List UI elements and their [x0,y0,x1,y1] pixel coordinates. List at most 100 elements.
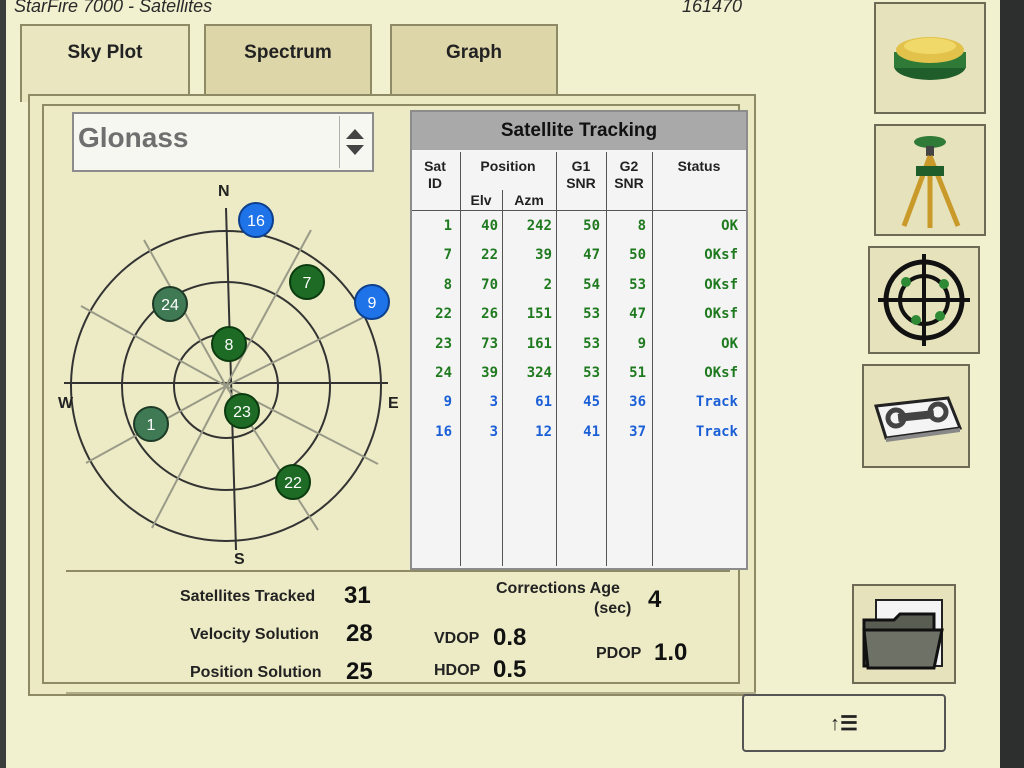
tab-graph[interactable]: Graph [390,24,558,94]
bottom-bar [66,692,756,750]
manual-wrench-icon [874,396,963,442]
cell-g1: 53 [583,306,600,323]
compass-n: N [218,183,230,200]
header-divider [412,210,746,211]
tab-sky-plot[interactable]: Sky Plot [20,24,190,102]
velocity-solution-value: 28 [346,620,373,647]
svg-text:23: 23 [233,404,251,421]
table-row: 16 3 12 41 37 Track [412,424,746,452]
cell-status: OKsf [704,365,738,381]
col-g2-snr: G2 SNR [606,158,652,192]
col-g1-snr: G1 SNR [556,158,606,192]
cell-g1: 47 [583,247,600,264]
cell-status: OK [721,335,738,352]
satellite-22[interactable]: 22 [275,464,311,500]
window-title: StarFire 7000 - Satellites [14,0,213,16]
cell-g1: 53 [583,365,600,381]
cell-azm: 61 [535,394,552,411]
cell-g2: 51 [629,365,646,381]
table-title: Satellite Tracking [412,112,746,150]
satellites-tracked-value: 31 [344,582,371,609]
arrow-down-icon[interactable] [346,145,364,155]
cell-g1: 50 [583,218,600,234]
cell-azm: 2 [543,276,552,293]
col-sat-label: Sat [424,158,446,174]
satellite-23[interactable]: 23 [224,393,260,429]
satellite-7[interactable]: 7 [289,264,325,300]
svg-text:22: 22 [284,475,302,492]
spinner-arrows-icon[interactable] [339,116,370,168]
satellite-16[interactable]: 16 [238,202,274,238]
cell-g2: 36 [629,394,646,411]
cell-status: Track [695,394,738,411]
tab-label: Sky Plot [67,42,143,63]
constellation-value: Glonass [78,122,189,153]
svg-text:8: 8 [225,337,234,354]
col-position: Position [480,158,536,174]
vdop-label: VDOP [434,630,480,647]
solution-status-panel [66,570,730,690]
sky-plot: N S E W 16 7 9 24 8 23 1 22 [58,183,399,568]
receiver-button[interactable] [874,2,986,114]
cell-elv: 70 [481,276,498,293]
cell-id: 16 [435,423,452,440]
table-row: 7 22 39 47 50 OKsf [412,247,746,275]
compass-e: E [388,395,399,412]
satellites-tracked-label: Satellites Tracked [180,588,316,605]
satellite-1[interactable]: 1 [133,406,169,442]
cell-id: 1 [443,218,452,234]
cell-g1: 54 [583,276,600,293]
tab-label: Graph [446,42,502,63]
position-solution-value: 25 [346,658,373,685]
table-row: 23 73 161 53 9 OK [412,336,746,364]
corrections-age-unit: (sec) [594,600,632,617]
cell-status: Track [695,423,738,440]
satellites-button[interactable] [868,246,980,354]
ns-axis [225,207,237,551]
table-row: 8 70 2 54 53 OKsf [412,277,746,305]
cell-g2: 37 [629,423,646,440]
cell-g1: 41 [583,423,600,440]
cell-id: 24 [435,365,452,381]
constellation-select[interactable]: Glonass [72,112,374,172]
cell-elv: 73 [481,335,498,352]
table-row: 1 40 242 50 8 OK [412,218,746,246]
satellite-8[interactable]: 8 [211,326,247,362]
cell-azm: 242 [526,218,552,234]
implement-button[interactable] [874,124,986,236]
position-solution-label: Position Solution [190,664,322,681]
tab-spectrum[interactable]: Spectrum [204,24,372,94]
cell-status: OKsf [704,247,738,264]
receiver-icon [894,37,966,80]
vdop-value: 0.8 [493,624,527,651]
corrections-age-label: Corrections Age [496,580,620,597]
col-elv: Elv [470,192,492,208]
col-id-label: ID [428,175,442,191]
table-row: 24 39 324 53 51 OKsf [412,365,746,393]
cell-id: 9 [443,394,452,411]
cell-azm: 39 [535,247,552,264]
arrow-up-icon[interactable] [346,129,364,139]
col-g1-snr-label: SNR [566,175,596,191]
svg-text:24: 24 [161,297,179,314]
menu-button[interactable]: ↑☰ [742,694,946,752]
table-row: 22 26 151 53 47 OKsf [412,306,746,334]
col-g2-snr-label: SNR [614,175,644,191]
cell-id: 23 [435,335,452,352]
cell-status: OKsf [704,276,738,293]
tripod-icon [901,136,961,228]
cell-g2: 8 [637,218,646,234]
files-button[interactable] [852,584,956,684]
satellite-9[interactable]: 9 [354,284,390,320]
table-row: 9 3 61 45 36 Track [412,394,746,422]
satellite-24[interactable]: 24 [152,286,188,322]
cell-status: OK [721,218,738,234]
manual-button[interactable] [862,364,970,468]
satellite-target-icon [878,254,970,346]
cell-g2: 47 [629,306,646,323]
col-g2-label: G2 [619,158,639,174]
pdop-value: 1.0 [654,639,688,666]
pdop-label: PDOP [596,645,642,662]
col-sat-id: Sat ID [412,158,458,192]
tab-label: Spectrum [244,42,332,63]
